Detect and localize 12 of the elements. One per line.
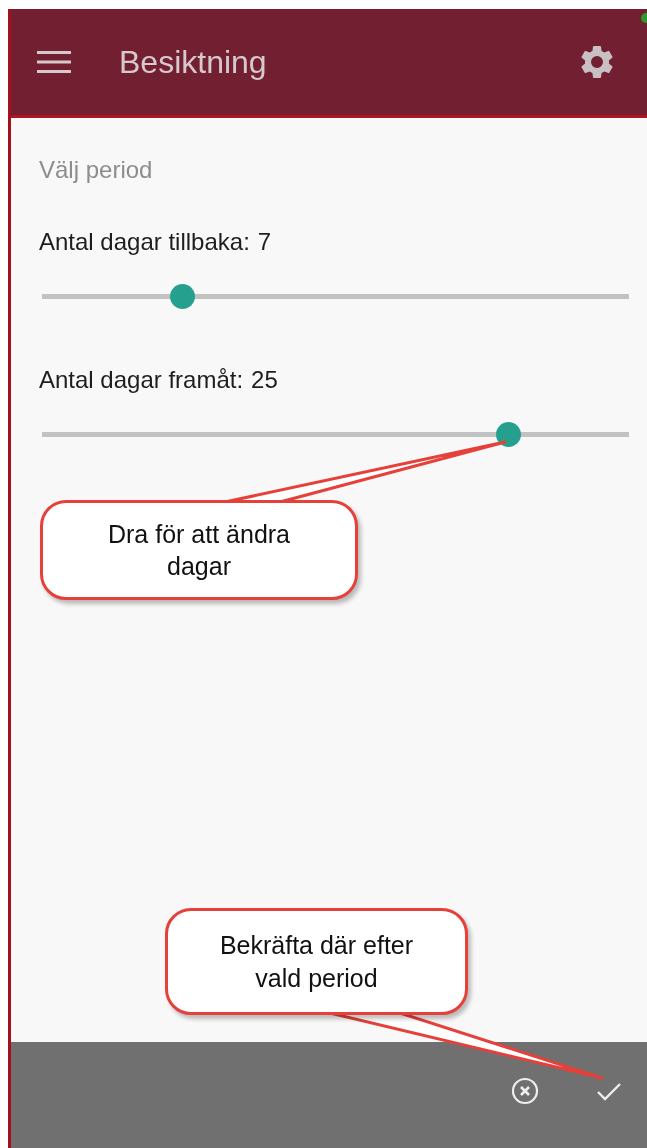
slider-thumb[interactable]: [496, 422, 522, 447]
menu-icon[interactable]: [37, 50, 71, 74]
callout: Dra för att ändra dagar: [40, 500, 358, 600]
slider-value: 7: [257, 228, 272, 256]
slider-label: Antal dagar tillbaka:: [39, 228, 250, 256]
slider-thumb[interactable]: [169, 284, 195, 309]
app-title: Besiktning: [119, 43, 268, 81]
slider-label: Antal dagar framåt:: [39, 366, 244, 394]
cancel-button[interactable]: [509, 1075, 541, 1107]
callout: Bekräfta där efter vald period: [165, 908, 468, 1015]
section-title: Välj period: [39, 156, 153, 184]
slider-value: 25: [251, 366, 278, 394]
